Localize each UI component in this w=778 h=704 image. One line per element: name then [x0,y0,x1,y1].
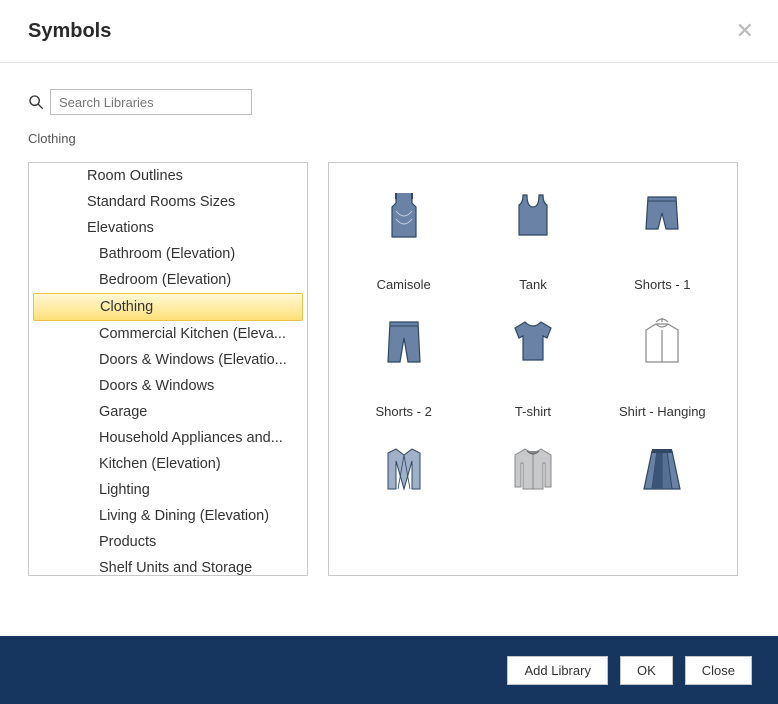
tank-icon [501,187,565,243]
symbol-label: Shorts - 1 [634,277,690,292]
tree-pane: Room OutlinesStandard Rooms SizesElevati… [28,162,308,576]
add-library-button[interactable]: Add Library [507,656,607,685]
symbol-label: Tank [519,277,546,292]
tree-item[interactable]: Bedroom (Elevation) [29,267,307,293]
tree-item[interactable]: Room Outlines [29,163,307,189]
tshirt-icon [501,314,565,370]
tree-scroll[interactable]: Room OutlinesStandard Rooms SizesElevati… [29,163,307,575]
tree-item[interactable]: Standard Rooms Sizes [29,189,307,215]
close-button[interactable]: Close [685,656,752,685]
skirt-icon [630,441,694,497]
tree-item[interactable]: Elevations [29,215,307,241]
tree-item[interactable]: Doors & Windows [29,373,307,399]
symbol-item[interactable] [468,433,597,511]
tree-item[interactable]: Household Appliances and... [29,425,307,451]
shorts1-icon [630,187,694,243]
camisole-icon [372,187,436,243]
symbol-label: Shirt - Hanging [619,404,706,419]
shorts2-icon [372,314,436,370]
symbol-item[interactable]: Camisole [339,179,468,306]
symbol-item[interactable]: Shirt - Hanging [598,306,727,433]
symbol-item[interactable] [339,433,468,511]
tree-item[interactable]: Shelf Units and Storage [29,555,307,575]
tree-item[interactable]: Kitchen (Elevation) [29,451,307,477]
symbol-item[interactable] [598,433,727,511]
symbol-item[interactable]: T-shirt [468,306,597,433]
tree-item[interactable]: Doors & Windows (Elevatio... [29,347,307,373]
symbols-pane: Camisole Tank Shorts - 1 Shorts - 2 T-shirt S… [328,162,738,576]
footer: Add Library OK Close [0,636,778,704]
tree-item[interactable]: Clothing [33,293,303,321]
shirt-hanging-icon [630,314,694,370]
tree-item[interactable]: Living & Dining (Elevation) [29,503,307,529]
symbol-label: T-shirt [515,404,551,419]
symbol-item[interactable]: Shorts - 2 [339,306,468,433]
tree-item[interactable]: Commercial Kitchen (Eleva... [29,321,307,347]
tree-item[interactable]: Garage [29,399,307,425]
symbol-label: Camisole [377,277,431,292]
page-title: Symbols [28,20,111,43]
cardigan-icon [372,441,436,497]
symbol-label: Shorts - 2 [375,404,431,419]
tree-item[interactable]: Lighting [29,477,307,503]
tree-item[interactable]: Products [29,529,307,555]
breadcrumb: Clothing [0,123,778,162]
close-icon[interactable]: ✕ [736,18,754,44]
ok-button[interactable]: OK [620,656,673,685]
symbol-item[interactable]: Shorts - 1 [598,179,727,306]
symbols-scroll[interactable]: Camisole Tank Shorts - 1 Shorts - 2 T-shirt S… [329,163,737,575]
tree-item[interactable]: Bathroom (Elevation) [29,241,307,267]
symbol-item[interactable]: Tank [468,179,597,306]
jacket-icon [501,441,565,497]
search-icon [28,94,44,110]
search-input[interactable] [50,89,252,115]
